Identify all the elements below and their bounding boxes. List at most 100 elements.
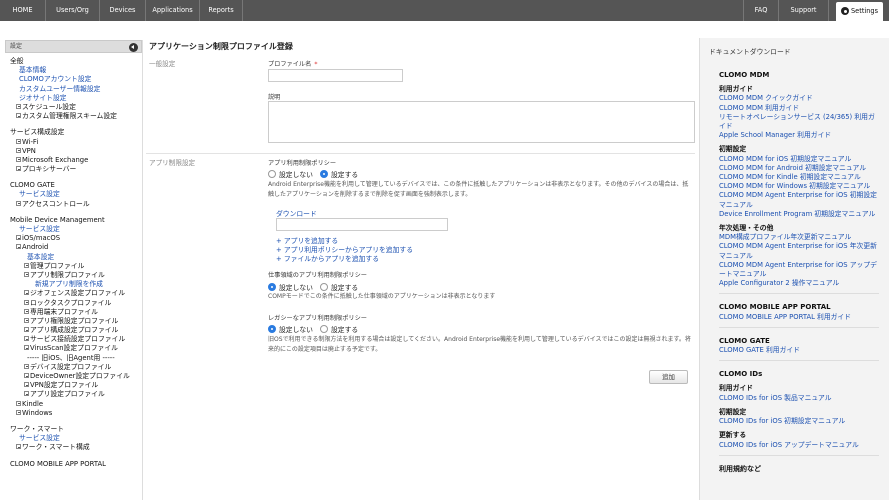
sidebar-item[interactable]: アプリ構成設定プロファイル [10,326,142,335]
sidebar-item[interactable]: デバイス設定プロファイル [10,363,142,372]
nav-devices[interactable]: Devices [100,0,146,21]
sidebar-item[interactable]: アプリ権限設定プロファイル [10,317,142,326]
sidebar-item[interactable]: Windows [10,409,142,418]
sidebar-item[interactable]: スケジュール設定 [10,103,142,112]
nav-faq[interactable]: FAQ [743,0,779,21]
sidebar-item[interactable]: CLOMOアカウント設定 [10,75,142,84]
sidebar-item[interactable]: ジオサイト設定 [10,94,142,103]
sidebar-item[interactable]: Wi-Fi [10,138,142,147]
expand-icon[interactable] [24,271,29,277]
nav-home[interactable]: HOME [0,0,46,21]
expand-icon[interactable] [16,103,21,109]
expand-icon[interactable] [16,147,21,153]
app-policy-on-radio[interactable]: 設定する [320,169,358,179]
download-input[interactable] [276,218,448,231]
document-link[interactable]: CLOMO IDs for iOS アップデートマニュアル [719,441,879,450]
expand-icon[interactable] [24,391,29,397]
expand-icon[interactable] [24,299,29,305]
nav-settings-tab[interactable]: Settings [836,2,883,21]
document-link[interactable]: Device Enrollment Program 初期設定マニュアル [719,210,879,219]
nav-users-org[interactable]: Users/Org [46,0,100,21]
document-link[interactable]: Apple Configurator 2 操作マニュアル [719,279,879,288]
document-link[interactable]: CLOMO MOBILE APP PORTAL 利用ガイド [719,313,879,322]
sidebar-item[interactable]: 基本情報 [10,66,142,75]
sidebar-item[interactable]: プロキシサーバー [10,165,142,174]
nav-applications[interactable]: Applications [146,0,200,21]
sidebar-item[interactable]: DeviceOwner設定プロファイル [10,372,142,381]
document-link[interactable]: CLOMO MDM クイックガイド [719,94,879,103]
app-policy-off-radio[interactable]: 設定しない [268,169,313,179]
sidebar-item[interactable]: VPN [10,147,142,156]
sidebar-item[interactable]: ロックタスクプロファイル [10,299,142,308]
document-link[interactable]: CLOMO MDM for Kindle 初期設定マニュアル [719,173,879,182]
expand-icon[interactable] [16,235,21,241]
expand-icon[interactable] [16,409,21,415]
sidebar-item[interactable]: カスタムユーザー情報設定 [10,85,142,94]
document-link[interactable]: CLOMO MDM Agent Enterprise for iOS アップデー… [719,261,879,279]
nav-reports[interactable]: Reports [200,0,243,21]
sidebar-item[interactable]: アプリ制限プロファイル [10,271,142,280]
sidebar-item[interactable]: アクセスコントロール [10,200,142,209]
work-policy-on-radio[interactable]: 設定する [320,282,358,292]
expand-icon[interactable] [16,400,21,406]
add-button[interactable]: 追加 [649,370,688,384]
expand-icon[interactable] [16,166,21,172]
expand-icon[interactable] [24,336,29,342]
document-link[interactable]: CLOMO IDs for iOS 製品マニュアル [719,394,879,403]
expand-icon[interactable] [16,244,21,250]
download-link[interactable]: ダウンロード [276,208,317,218]
settings-sidebar: 設定 全般 基本情報 CLOMOアカウント設定 カスタムユーザー情報設定 ジオサイト設定… [5,40,143,500]
sidebar-item[interactable]: VirusScan設定プロファイル [10,344,142,353]
sidebar-item[interactable]: 専用端末プロファイル [10,308,142,317]
expand-icon[interactable] [16,113,21,119]
sidebar-item[interactable]: VPN設定プロファイル [10,381,142,390]
expand-icon[interactable] [24,382,29,388]
sidebar-item[interactable]: カスタム管理権限スキーム設定 [10,112,142,121]
sidebar-item[interactable]: サービス設定 [10,190,142,199]
sidebar-item[interactable]: 基本設定 [10,253,142,262]
profile-name-input[interactable] [268,69,403,82]
expand-icon[interactable] [24,308,29,314]
expand-icon[interactable] [24,327,29,333]
sidebar-item[interactable]: ジオフェンス設定プロファイル [10,289,142,298]
sidebar-item[interactable]: アプリ設定プロファイル [10,390,142,399]
document-link[interactable]: リモートオペレーションサービス (24/365) 利用ガイド [719,113,879,131]
sidebar-item-label: アプリ設定プロファイル [30,390,105,399]
document-link[interactable]: CLOMO IDs for iOS 初期設定マニュアル [719,417,879,426]
legacy-policy-on-radio[interactable]: 設定する [320,324,358,334]
legacy-policy-on-label: 設定する [331,326,359,334]
sidebar-item[interactable]: ----- 旧iOS、旧Agent用 ----- [10,354,142,363]
expand-icon[interactable] [16,138,21,144]
expand-icon[interactable] [24,317,29,323]
collapse-sidebar-icon[interactable] [129,42,138,52]
expand-icon[interactable] [24,290,29,296]
expand-icon[interactable] [16,200,21,206]
sidebar-item[interactable]: Microsoft Exchange [10,156,142,165]
document-link[interactable]: CLOMO MDM for Android 初期設定マニュアル [719,164,879,173]
legacy-policy-off-radio[interactable]: 設定しない [268,324,313,334]
sidebar-item[interactable]: 新規アプリ制限を作成 [10,280,142,289]
expand-icon[interactable] [16,156,21,162]
work-policy-off-radio[interactable]: 設定しない [268,282,313,292]
expand-icon[interactable] [24,373,29,378]
description-textarea[interactable] [268,101,695,143]
expand-icon[interactable] [24,363,29,369]
sidebar-item[interactable]: ワーク・スマート構成 [10,443,142,452]
document-link[interactable]: Apple School Manager 利用ガイド [719,131,879,140]
sidebar-item[interactable]: サービス設定 [10,225,142,234]
sidebar-item[interactable]: 管理プロファイル [10,262,142,271]
document-link[interactable]: CLOMO MDM Agent Enterprise for iOS 年次更新マ… [719,242,879,260]
sidebar-item[interactable]: サービス設定 [10,434,142,443]
expand-icon[interactable] [24,262,29,268]
sidebar-item[interactable]: iOS/macOS [10,234,142,243]
sidebar-item[interactable]: Kindle [10,400,142,409]
document-link[interactable]: CLOMO MDM for iOS 初期設定マニュアル [719,155,879,164]
nav-support[interactable]: Support [779,0,829,21]
expand-icon[interactable] [24,345,29,351]
document-link[interactable]: CLOMO MDM 利用ガイド [719,104,879,113]
add-app-from-file-link[interactable]: + ファイルからアプリを追加する [276,253,379,263]
document-link[interactable]: CLOMO MDM Agent Enterprise for iOS 初期設定マ… [719,191,879,209]
document-link[interactable]: CLOMO GATE 利用ガイド [719,346,879,355]
sidebar-item[interactable]: Android [10,243,142,252]
expand-icon[interactable] [16,444,21,450]
